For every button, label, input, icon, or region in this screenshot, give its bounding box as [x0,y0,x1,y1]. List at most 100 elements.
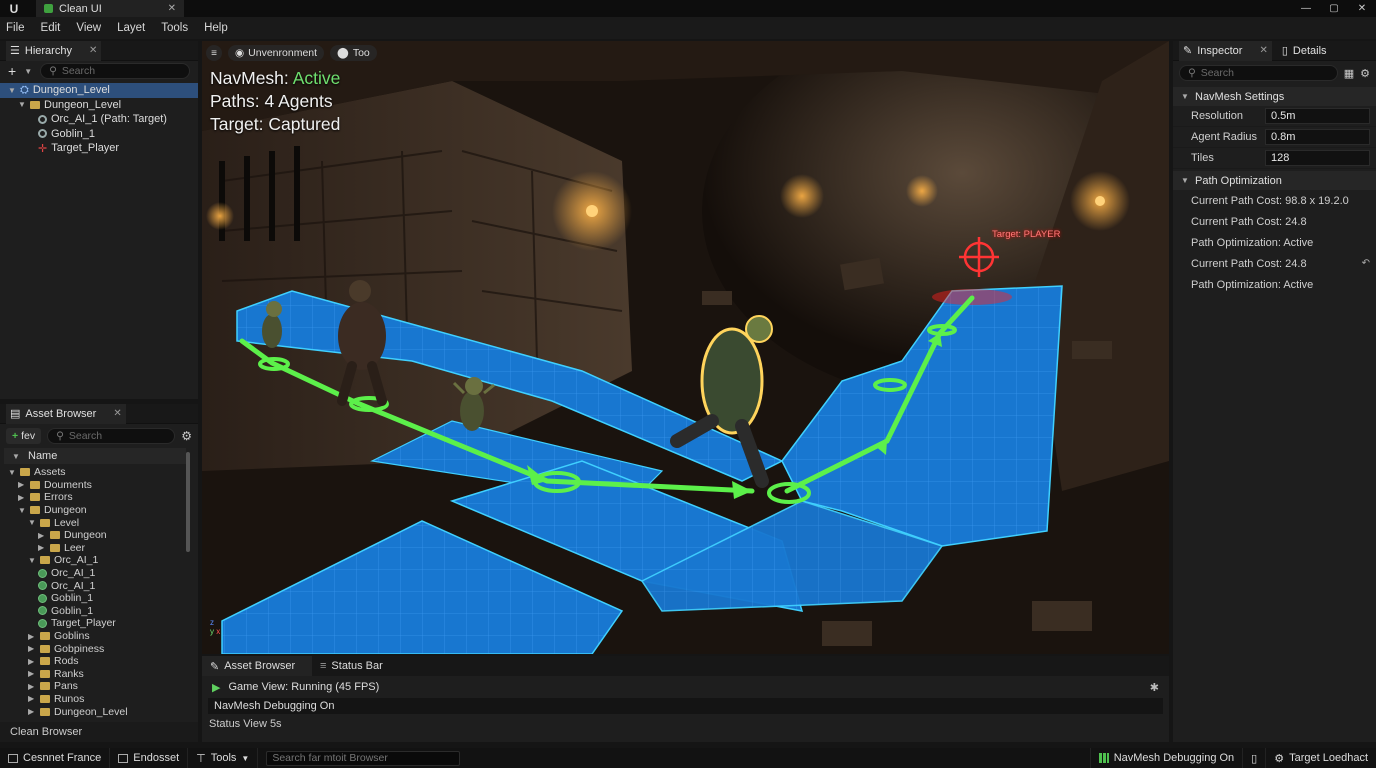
hierarchy-item-dungeon-level[interactable]: ▼ ⛭ Dungeon_Level [0,83,198,98]
close-inspector-icon[interactable]: ✕ [1259,45,1267,56]
menu-view[interactable]: View [76,22,101,34]
collapse-icon[interactable]: ▼ [18,506,26,515]
close-asset-browser-icon[interactable]: ✕ [113,408,121,419]
add-actor-button[interactable]: + [8,63,16,79]
maximize-button[interactable]: ▢ [1320,3,1348,14]
menu-edit[interactable]: Edit [41,22,61,34]
expand-icon[interactable]: ▶ [18,493,26,502]
navmesh-grid-icon [1098,753,1109,763]
section-navmesh-settings[interactable]: ▼ NavMesh Settings [1173,87,1376,106]
settings-gear-icon[interactable]: ⚙ [1360,67,1370,80]
asset-tree-item[interactable]: ▼ Dungeon [0,504,198,517]
expand-icon[interactable]: ▶ [28,707,36,716]
view-mode-pill[interactable]: ⬤ Too [330,45,377,61]
tab-hierarchy[interactable]: ☰ Hierarchy ✕ [6,40,102,61]
asset-tree-item[interactable]: ▶ Rods [0,655,198,668]
status-search[interactable] [266,750,461,766]
asset-tree-item[interactable]: ▶ Goblins [0,630,198,643]
close-window-button[interactable]: ✕ [1348,3,1376,14]
hierarchy-item-dungeon-level-folder[interactable]: ▼ Dungeon_Level [0,98,198,113]
asset-tree-item[interactable]: Orc_AI_1 [0,567,198,580]
expand-icon[interactable]: ▶ [38,531,46,540]
collapse-icon[interactable]: ▼ [28,556,36,565]
asset-tree-item[interactable]: Orc_AI_1 [0,579,198,592]
close-hierarchy-icon[interactable]: ✕ [89,45,97,56]
play-icon[interactable]: ▶ [212,681,220,694]
asset-scrollbar[interactable] [186,452,190,552]
collapse-icon[interactable]: ▼ [8,468,16,477]
expand-icon[interactable]: ▶ [38,543,46,552]
asset-column-header[interactable]: ▼ Name [4,448,186,464]
expand-icon[interactable]: ▶ [28,644,36,653]
collapse-icon[interactable]: ▼ [28,518,36,527]
level-icon: ⛭ [20,83,29,96]
asset-search-input[interactable] [68,430,167,442]
hierarchy-search-input[interactable] [61,65,181,77]
status-endosset[interactable]: Endosset [110,748,189,768]
expand-icon[interactable]: ▶ [28,632,36,641]
viewport-menu-icon[interactable]: ≡ [206,45,222,61]
inspector-search-input[interactable] [1200,67,1329,79]
tab-details[interactable]: ▯ Details [1278,41,1331,61]
reset-arrow-icon[interactable]: ↶ [1362,258,1370,269]
collapse-icon[interactable]: ▼ [18,100,26,109]
expand-icon[interactable]: ▶ [28,669,36,678]
asset-tree-item[interactable]: ▶ Leer [0,542,198,555]
expand-icon[interactable]: ▶ [28,682,36,691]
hierarchy-item-orc[interactable]: Orc_AI_1 (Path: Target) [0,112,198,127]
tiles-field[interactable]: 128 [1265,150,1370,166]
asset-tree-item[interactable]: ▶ Pans [0,680,198,693]
environment-pill[interactable]: ◉ Unvenronment [228,45,325,61]
menu-layer[interactable]: Layet [117,22,145,34]
asset-search[interactable]: ⚲ [47,428,176,444]
status-search-input[interactable] [272,752,455,764]
asset-tree-item[interactable]: ▶ Dungeon [0,529,198,542]
status-navmesh-debug[interactable]: NavMesh Debugging On [1089,748,1244,768]
asset-tree-item[interactable]: ▼ Level [0,516,198,529]
minimize-button[interactable]: — [1292,3,1320,14]
asset-tree-item[interactable]: ▶ Errors [0,491,198,504]
expand-icon[interactable]: ▶ [18,480,26,489]
tab-asset-browser[interactable]: ▤ Asset Browser ✕ [6,403,126,424]
table-view-icon[interactable]: ▦ [1344,67,1354,80]
asset-tree-item[interactable]: ▶ Douments [0,479,198,492]
expand-icon[interactable]: ▶ [28,657,36,666]
resolution-field[interactable]: 0.5m [1265,108,1370,124]
asset-tree-item[interactable]: ▼ Orc_AI_1 [0,554,198,567]
tab-status-bar[interactable]: ≡ Status Bar [312,656,391,676]
section-path-optimization[interactable]: ▼ Path Optimization [1173,171,1376,190]
asset-tree-item[interactable]: Goblin_1 [0,605,198,618]
status-tools[interactable]: ⊤ Tools ▼ [188,748,259,768]
chevron-down-icon[interactable]: ▼ [24,67,32,76]
asset-tree-item[interactable]: ▶ Dungeon_Level [0,705,198,718]
asset-tree-item[interactable]: ▶ Ranks [0,668,198,681]
status-clipboard[interactable]: ▯ [1243,748,1267,768]
expand-icon[interactable]: ▶ [28,694,36,703]
asset-tree-item[interactable]: ▶ Runos [0,693,198,706]
menu-file[interactable]: File [6,22,25,34]
collapse-icon[interactable]: ▼ [1181,176,1189,185]
game-viewport[interactable]: ≡ ◉ Unvenronment ⬤ Too NavMesh: Active P… [202,41,1169,654]
asset-tree-item[interactable]: ▶ Gobpiness [0,642,198,655]
collapse-icon[interactable]: ▼ [12,452,20,461]
close-tab-icon[interactable]: ✕ [168,3,176,14]
hierarchy-item-target-player[interactable]: ✛ Target_Player [0,141,198,156]
collapse-icon[interactable]: ▼ [1181,92,1189,101]
collapse-icon[interactable]: ▼ [8,86,16,95]
asset-tree-item[interactable]: Goblin_1 [0,592,198,605]
add-asset-button[interactable]: + fev [6,428,42,444]
status-target[interactable]: ⚙ Target Loedhact [1266,748,1376,768]
tab-asset-browser-bottom[interactable]: ✎ Asset Browser [202,656,312,676]
menu-help[interactable]: Help [204,22,228,34]
document-tab[interactable]: Clean UI ✕ [36,0,184,17]
status-content-browser[interactable]: Cesnnet France [0,748,111,768]
hierarchy-item-goblin[interactable]: Goblin_1 [0,127,198,142]
settings-gear-icon[interactable]: ⚙ [181,429,192,443]
tab-inspector[interactable]: ✎ Inspector ✕ [1179,40,1272,61]
inspector-search[interactable]: ⚲ [1179,65,1338,81]
hierarchy-search[interactable]: ⚲ [40,63,190,79]
asset-tree-item[interactable]: ▼ Assets [0,466,198,479]
agent-radius-field[interactable]: 0.8m [1265,129,1370,145]
menu-tools[interactable]: Tools [161,22,188,34]
asset-tree-item[interactable]: Target_Player [0,617,198,630]
